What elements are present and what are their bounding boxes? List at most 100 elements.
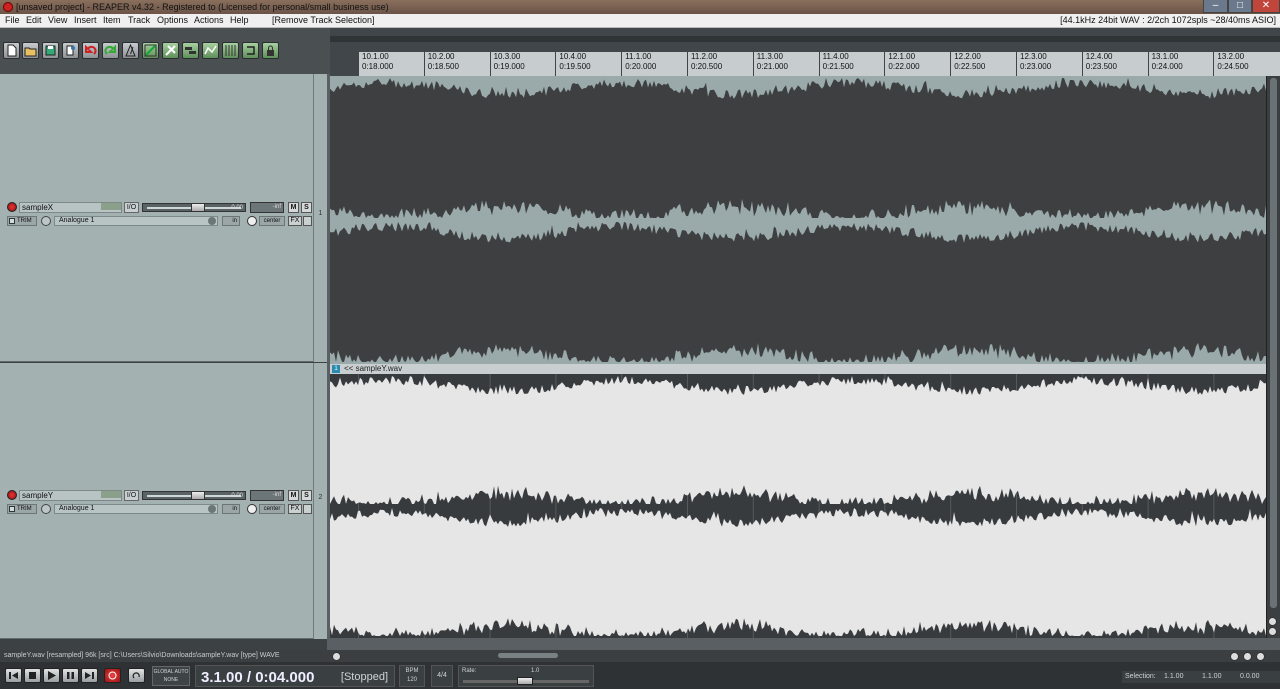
menu-edit[interactable]: Edit	[24, 14, 44, 27]
mute-button[interactable]: M	[288, 490, 299, 501]
horizontal-scrollbar[interactable]	[330, 650, 1280, 662]
new-project-button[interactable]	[3, 42, 20, 59]
record-arm-button[interactable]	[7, 202, 17, 212]
monitor-toggle-icon[interactable]	[41, 504, 51, 514]
waveform-track-1[interactable]	[330, 76, 1266, 364]
selection-length: 0.0.00	[1240, 673, 1260, 680]
input-selector-label: Analogue 1	[59, 505, 95, 512]
input-monitor-button[interactable]: in	[222, 216, 240, 226]
ruler-region-bar[interactable]	[330, 36, 1280, 42]
stop-button[interactable]	[24, 668, 41, 683]
menu-insert[interactable]: Insert	[72, 14, 99, 27]
item-grouping-button[interactable]	[182, 42, 199, 59]
menu-view[interactable]: View	[46, 14, 69, 27]
zoom-reset-button[interactable]	[1256, 652, 1265, 661]
undo-button[interactable]	[82, 42, 99, 59]
track-panel-2[interactable]: sampleY I/O 0.00 -inf M S TRIM Analogue …	[0, 363, 313, 639]
ruler-tick: 12.2.00 0:22.500	[950, 52, 985, 76]
envelope-lock-button[interactable]	[202, 42, 219, 59]
ripple-edit-button[interactable]	[162, 42, 179, 59]
minimize-button[interactable]: –	[1203, 0, 1228, 13]
vertical-scroll-thumb[interactable]	[1270, 78, 1277, 608]
play-button[interactable]	[43, 668, 60, 683]
menu-help[interactable]: Help	[228, 14, 251, 27]
maximize-button[interactable]: □	[1228, 0, 1252, 13]
arrange-view[interactable]: 1 << sampleY.wav	[330, 76, 1266, 638]
track-lane-2[interactable]: 1 << sampleY.wav	[330, 364, 1266, 638]
track-lane-1[interactable]	[330, 76, 1266, 364]
input-selector[interactable]: Analogue 1	[54, 504, 218, 514]
time-display[interactable]: 3.1.00 / 0:04.000 [Stopped]	[195, 665, 395, 687]
selection-display[interactable]: Selection: 1.1.00 1.1.00 0.0.00	[1122, 671, 1280, 683]
go-to-end-button[interactable]	[81, 668, 98, 683]
new-project-icon	[7, 44, 17, 57]
volume-slider[interactable]: 0.00	[142, 491, 246, 500]
time-signature[interactable]: 4/4	[431, 665, 453, 687]
rate-label: Rate:	[462, 668, 477, 674]
project-settings-button[interactable]	[62, 42, 79, 59]
monitor-toggle-icon[interactable]	[41, 216, 51, 226]
input-selector[interactable]: Analogue 1	[54, 216, 218, 226]
close-button[interactable]: ✕	[1252, 0, 1280, 13]
menu-file[interactable]: File	[3, 14, 22, 27]
redo-button[interactable]	[102, 42, 119, 59]
record-arm-button[interactable]	[7, 490, 17, 500]
pause-icon	[67, 672, 74, 679]
track-panel-1[interactable]: sampleX I/O 0.00 -inf M S TRIM Analogue …	[0, 74, 313, 362]
menu-item[interactable]: Item	[101, 14, 123, 27]
fx-bypass-button[interactable]	[303, 216, 312, 226]
ruler-tick: 11.1.00 0:20.000	[621, 52, 656, 76]
zoom-out-horizontal-button[interactable]	[1243, 652, 1252, 661]
zoom-in-vertical-button[interactable]	[1268, 617, 1277, 626]
volume-slider[interactable]: 0.00	[142, 203, 246, 212]
pan-knob[interactable]	[247, 216, 257, 226]
solo-button[interactable]: S	[301, 490, 312, 501]
menu-actions[interactable]: Actions	[192, 14, 226, 27]
zoom-in-horizontal-button[interactable]	[1230, 652, 1239, 661]
volume-knob[interactable]	[191, 491, 205, 500]
pause-button[interactable]	[62, 668, 79, 683]
fx-bypass-button[interactable]	[303, 504, 312, 514]
scroll-left-button[interactable]	[332, 652, 341, 661]
item-grouping-icon	[185, 47, 196, 54]
global-automation-button[interactable]: GLOBAL AUTO NONE	[152, 666, 190, 686]
menu-track[interactable]: Track	[126, 14, 152, 27]
rate-slider-knob[interactable]	[517, 677, 533, 685]
metronome-button[interactable]	[122, 42, 139, 59]
zoom-out-vertical-button[interactable]	[1268, 627, 1277, 636]
record-button[interactable]	[104, 668, 121, 683]
menu-options[interactable]: Options	[155, 14, 190, 27]
lock-button[interactable]	[262, 42, 279, 59]
grid-snap-button[interactable]	[142, 42, 159, 59]
go-to-start-button[interactable]	[5, 668, 22, 683]
ruler-time-label: 0:19.500	[559, 62, 591, 71]
solo-button[interactable]: S	[301, 202, 312, 213]
fx-button[interactable]: FX	[288, 216, 302, 226]
trim-button[interactable]: TRIM	[7, 216, 37, 226]
play-icon	[48, 671, 56, 680]
input-monitor-button[interactable]: in	[222, 504, 240, 514]
timeline-ruler[interactable]: 10.1.00 0:18.000 10.2.00 0:18.500 10.3.00 0:1…	[330, 28, 1280, 76]
playrate-control[interactable]: Rate: 1.0	[458, 665, 594, 687]
grid-lines-button[interactable]	[222, 42, 239, 59]
io-button[interactable]: I/O	[124, 490, 139, 501]
horizontal-scroll-thumb[interactable]	[498, 653, 558, 658]
ruler-measure-label: 11.2.00	[691, 52, 718, 61]
fx-button[interactable]: FX	[288, 504, 302, 514]
bpm-display[interactable]: BPM 120	[399, 665, 425, 687]
trim-arrow-icon	[9, 218, 15, 224]
waveform-track-2[interactable]	[330, 374, 1266, 638]
volume-knob[interactable]	[191, 203, 205, 212]
loop-button[interactable]	[242, 42, 259, 59]
pan-knob[interactable]	[247, 504, 257, 514]
open-project-button[interactable]	[22, 42, 39, 59]
vertical-scrollbar[interactable]	[1266, 76, 1280, 638]
io-button[interactable]: I/O	[124, 202, 139, 213]
save-project-button[interactable]	[42, 42, 59, 59]
media-item-header[interactable]: 1 << sampleY.wav	[330, 364, 1266, 374]
repeat-button[interactable]	[128, 668, 145, 683]
skip-back-icon	[9, 672, 18, 679]
ruler-tick: 12.3.00 0:23.000	[1016, 52, 1051, 76]
trim-button[interactable]: TRIM	[7, 504, 37, 514]
mute-button[interactable]: M	[288, 202, 299, 213]
